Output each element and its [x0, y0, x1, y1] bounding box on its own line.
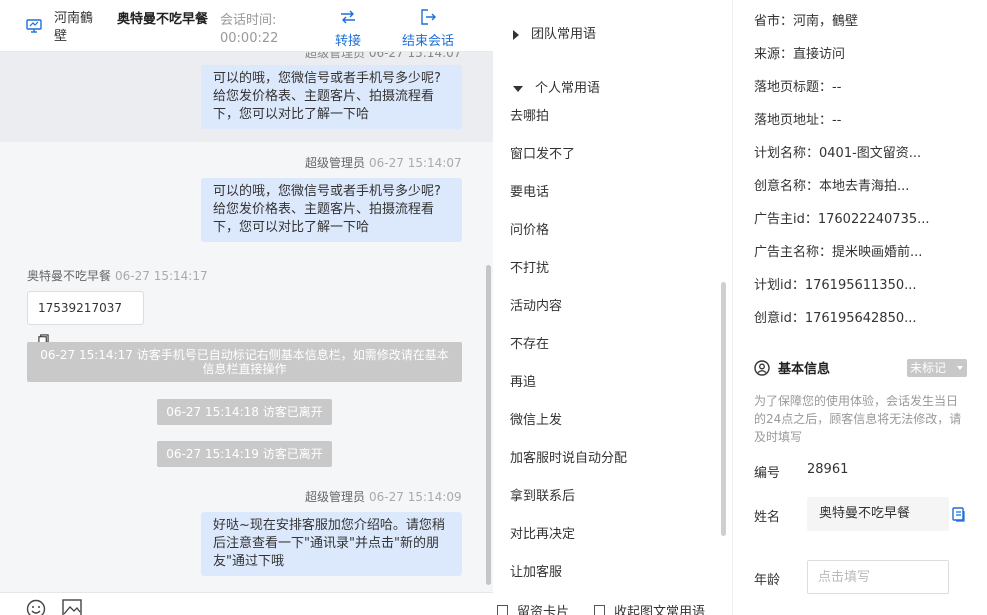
info-advertiser-id: 广告主id：176022240735...: [754, 212, 930, 227]
info-plan-id: 计划id：176195611350...: [754, 278, 917, 293]
end-session-label: 结束会话: [401, 34, 454, 49]
phrase-item[interactable]: 对比再决定: [510, 523, 575, 542]
phone-number-text: 17539217037: [38, 301, 122, 315]
system-message: 06-27 15:14:19 访客已离开: [157, 441, 332, 467]
user-circle-icon: [754, 360, 770, 376]
transfer-label: 转接: [334, 34, 361, 49]
image-icon[interactable]: [62, 599, 82, 615]
agent-message-bubble: 可以的哦，您微信号或者手机号多少呢?给您发价格表、主题客片、拍摄流程看下，您可以…: [201, 65, 462, 129]
chat-scrollbar[interactable]: [486, 265, 491, 585]
session-time-label: 会话时间:: [220, 13, 277, 28]
session-time-value: 00:00:22: [220, 31, 279, 46]
phrase-item[interactable]: 加客服时说自动分配: [510, 447, 627, 466]
monitor-icon: [26, 19, 42, 33]
collapse-phrases-button[interactable]: 收起图文常用语: [594, 601, 705, 615]
phrase-item[interactable]: 微信上发: [510, 409, 562, 428]
agent-message-bubble: 好哒~现在安排客服加您介绍哈。请您稍后注意查看一下"通讯录"并点击"新的朋友"通…: [201, 512, 462, 576]
chat-input-toolbar: [0, 592, 493, 615]
info-source: 来源：直接访问: [754, 47, 846, 62]
tag-select-value: 未标记: [910, 361, 947, 375]
message-meta: 超级管理员 06-27 15:14:07: [305, 52, 462, 60]
message-sender: 超级管理员: [305, 156, 366, 170]
collapse-phrases-label: 收起图文常用语: [614, 605, 706, 615]
message-sender: 奥特曼不吃早餐: [27, 269, 112, 283]
tag-select[interactable]: 未标记: [907, 359, 967, 377]
phrase-item[interactable]: 不打扰: [510, 257, 549, 276]
message-time: 06-27 15:14:07: [369, 156, 462, 170]
info-landing-url: 落地页地址：--: [754, 113, 842, 128]
system-message: 06-27 15:14:18 访客已离开: [157, 399, 332, 425]
chat-header: 河南鶴壁 奥特曼不吃早餐 会话时间: 00:00:22 转接 结束会话: [0, 0, 493, 52]
phrase-item[interactable]: 窗口发不了: [510, 143, 575, 162]
transfer-icon: [341, 10, 355, 24]
team-phrases-group[interactable]: 团队常用语: [513, 23, 596, 42]
visitor-name: 奥特曼不吃早餐: [117, 12, 209, 27]
lead-card-label: 留资卡片: [517, 605, 570, 615]
emoji-icon[interactable]: [26, 599, 46, 615]
logout-icon: [421, 9, 436, 25]
phrase-item[interactable]: 活动内容: [510, 295, 562, 314]
caret-right-icon: [513, 29, 519, 40]
info-plan-name: 计划名称：0401-图文留资...: [754, 146, 922, 161]
name-label: 姓名: [754, 510, 781, 525]
message-time: 06-27 15:14:17: [115, 269, 208, 283]
info-advertiser-name: 广告主名称：提米映画婚前...: [754, 245, 923, 260]
message-sender: 超级管理员: [305, 490, 366, 504]
phrase-item[interactable]: 问价格: [510, 219, 549, 238]
phrase-item[interactable]: 让加客服: [510, 561, 562, 580]
age-input[interactable]: [807, 560, 949, 594]
info-creative-id: 创意id：176195642850...: [754, 311, 917, 326]
personal-phrases-group[interactable]: 个人常用语: [513, 77, 600, 96]
copy-icon[interactable]: [952, 507, 966, 522]
end-session-button[interactable]: 结束会话: [398, 8, 458, 49]
phrases-footer: 留资卡片 收起图文常用语: [493, 598, 732, 615]
basic-info-title: 基本信息: [754, 358, 830, 377]
phrase-item[interactable]: 再追: [510, 371, 536, 390]
transfer-button[interactable]: 转接: [330, 8, 366, 49]
visitor-location: 河南鶴壁: [54, 11, 94, 44]
message-meta: 奥特曼不吃早餐 06-27 15:14:17: [27, 267, 208, 284]
agent-message-bubble: 可以的哦，您微信号或者手机号多少呢?给您发价格表、主题客片、拍摄流程看下，您可以…: [201, 178, 462, 242]
phrases-scrollbar[interactable]: [721, 282, 726, 536]
chat-panel: 河南鶴壁 奥特曼不吃早餐 会话时间: 00:00:22 转接 结束会话 超级管理: [0, 0, 493, 615]
team-phrases-label: 团队常用语: [531, 27, 597, 42]
message-list[interactable]: 超级管理员 06-27 15:14:07 可以的哦，您微信号或者手机号多少呢?给…: [0, 52, 493, 592]
phrase-item[interactable]: 要电话: [510, 181, 549, 200]
name-field[interactable]: 奥特曼不吃早餐: [807, 497, 949, 531]
info-province: 省市：河南，鶴壁: [754, 14, 859, 29]
visitor-message-bubble[interactable]: 17539217037: [27, 291, 144, 345]
personal-phrases-label: 个人常用语: [535, 81, 601, 96]
system-message: 06-27 15:14:17 访客手机号已自动标记右侧基本信息栏，如需修改请在基…: [27, 342, 462, 382]
caret-down-icon: [957, 366, 963, 370]
phrase-item[interactable]: 不存在: [510, 333, 549, 352]
lead-card-button[interactable]: 留资卡片: [497, 601, 569, 615]
edit-notice: 为了保障您的使用体验，会话发生当日的24点之后，顾客信息将无法修改，请及时填写: [754, 394, 962, 444]
message-meta: 超级管理员 06-27 15:14:07: [305, 154, 462, 171]
basic-info-label: 基本信息: [778, 362, 831, 377]
caret-down-icon: [513, 85, 523, 92]
document-icon: [594, 605, 605, 615]
phrase-item[interactable]: 拿到联系后: [510, 485, 575, 504]
quick-phrases-panel: 团队常用语 个人常用语 去哪拍 窗口发不了 要电话 问价格 不打扰 活动内容 不…: [493, 0, 733, 615]
message-time: 06-27 15:14:09: [369, 490, 462, 504]
id-value: 28961: [807, 462, 849, 477]
phrase-item[interactable]: 去哪拍: [510, 105, 549, 124]
age-label: 年龄: [754, 573, 781, 588]
visitor-info-panel: 省市：河南，鶴壁 来源：直接访问 落地页标题：-- 落地页地址：-- 计划名称：…: [734, 0, 987, 615]
info-creative-name: 创意名称：本地去青海拍...: [754, 179, 910, 194]
message-meta: 超级管理员 06-27 15:14:09: [305, 488, 462, 505]
info-landing-title: 落地页标题：--: [754, 80, 842, 95]
id-label: 编号: [754, 466, 781, 481]
document-icon: [497, 605, 508, 615]
chat-workspace: 河南鶴壁 奥特曼不吃早餐 会话时间: 00:00:22 转接 结束会话 超级管理: [0, 0, 987, 615]
